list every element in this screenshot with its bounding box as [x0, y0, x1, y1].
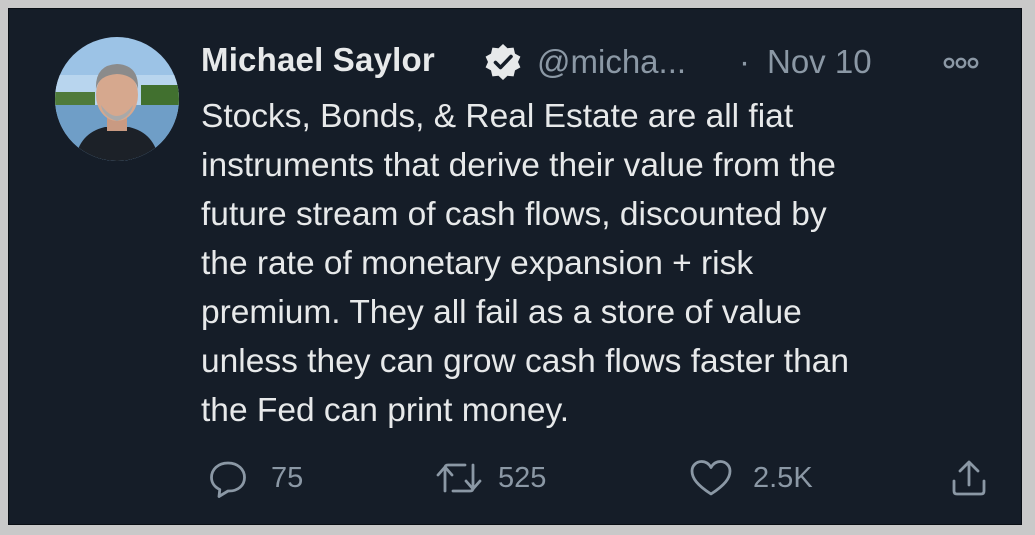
heart-icon: [689, 457, 733, 499]
tweet-date[interactable]: Nov 10: [767, 43, 872, 81]
reply-count: 75: [271, 461, 304, 494]
verified-badge-icon: [483, 42, 523, 82]
tweet-actions: 75 525 2.5K: [201, 454, 1001, 502]
retweet-button[interactable]: 525: [434, 454, 546, 502]
avatar-photo: [55, 37, 179, 161]
author-name[interactable]: Michael Saylor: [201, 41, 435, 79]
reply-button[interactable]: 75: [207, 454, 303, 502]
author-handle[interactable]: @micha...: [537, 43, 686, 81]
author-avatar[interactable]: [55, 37, 179, 161]
retweet-icon: [434, 457, 484, 499]
share-icon: [949, 457, 989, 499]
more-options-icon[interactable]: [936, 42, 986, 82]
like-button[interactable]: 2.5K: [689, 454, 813, 502]
tweet-text: Stocks, Bonds, & Real Estate are all fia…: [201, 98, 849, 429]
header-separator: ·: [739, 43, 750, 80]
share-button[interactable]: [949, 454, 989, 502]
tweet-card[interactable]: Michael Saylor @micha... · Nov 10 Stocks…: [8, 8, 1022, 525]
like-count: 2.5K: [753, 461, 813, 494]
tweet-header: Michael Saylor @micha... · Nov 10: [201, 36, 1001, 86]
retweet-count: 525: [498, 461, 547, 494]
reply-icon: [207, 457, 249, 499]
